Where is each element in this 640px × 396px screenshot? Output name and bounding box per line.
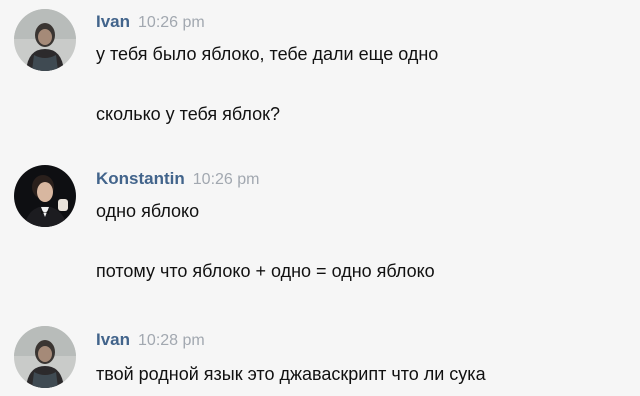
avatar-ivan-image — [14, 9, 76, 71]
message-time[interactable]: 10:28 pm — [138, 332, 205, 349]
message-text: твой родной язык это джаваскрипт что ли … — [96, 364, 486, 384]
message-text: потому что яблоко + одно = одно яблоко — [96, 261, 435, 281]
message-time[interactable]: 10:26 pm — [193, 171, 260, 188]
avatar[interactable] — [14, 9, 76, 71]
message-time[interactable]: 10:26 pm — [138, 14, 205, 31]
avatar-konstantin-image — [14, 165, 76, 227]
author-name[interactable]: Konstantin — [96, 169, 185, 188]
message-text: сколько у тебя яблок? — [96, 104, 281, 124]
message-text: у тебя было яблоко, тебе дали еще одно — [96, 44, 439, 64]
author-name[interactable]: Ivan — [96, 330, 130, 349]
message-text: одно яблоко — [96, 201, 200, 221]
author-name[interactable]: Ivan — [96, 12, 130, 31]
avatar[interactable] — [14, 165, 76, 227]
avatar[interactable] — [14, 326, 76, 388]
avatar-ivan-image — [14, 326, 76, 388]
chat-history: Ivan 10:26 pm у тебя было яблоко, тебе да… — [0, 0, 640, 396]
